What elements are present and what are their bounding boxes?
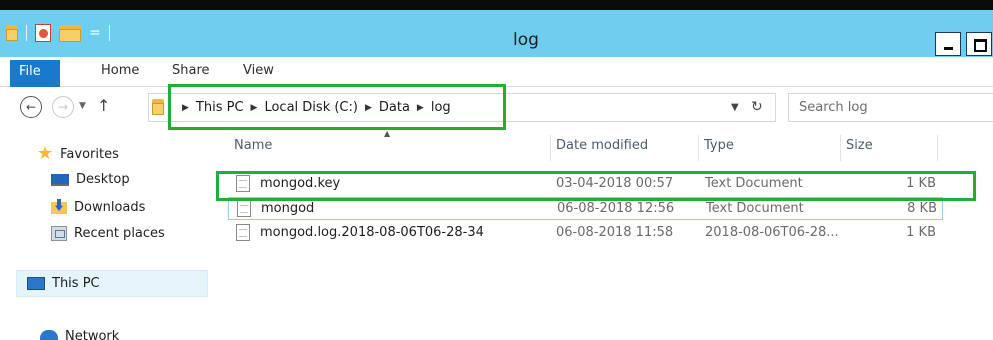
sidebar-item-label: Desktop — [76, 172, 130, 187]
column-header-date-modified[interactable]: Date modified — [550, 138, 698, 160]
sidebar-item-label: This PC — [52, 276, 100, 291]
minimize-button[interactable] — [935, 32, 961, 56]
file-name: mongod.log.2018-08-06T06-28-34 — [260, 225, 484, 240]
address-highlight-box — [168, 84, 506, 130]
column-header-size[interactable]: Size — [840, 138, 937, 160]
downloads-icon — [51, 199, 67, 215]
file-name: mongod — [261, 201, 315, 216]
recent-locations-icon[interactable]: ▼ — [79, 101, 86, 111]
column-header-type[interactable]: Type — [698, 138, 840, 160]
file-type: 2018-08-06T06-28... — [705, 225, 839, 240]
file-size: 1 KB — [906, 225, 936, 240]
recent-places-icon — [51, 226, 67, 241]
ribbon-tabs: File Home Share View — [0, 57, 993, 87]
sidebar-item-downloads[interactable]: Downloads — [51, 199, 145, 215]
up-icon[interactable]: ↑ — [97, 96, 110, 115]
column-divider[interactable] — [937, 135, 938, 161]
network-icon — [40, 329, 58, 340]
sidebar-item-this-pc[interactable]: This PC — [16, 270, 208, 297]
search-input[interactable] — [789, 94, 993, 121]
sidebar-item-label: Recent places — [74, 226, 165, 241]
sidebar-item-desktop[interactable]: Desktop — [51, 172, 130, 187]
text-document-icon — [237, 200, 251, 217]
file-size: 8 KB — [907, 201, 937, 216]
sidebar-item-network[interactable]: Network — [40, 329, 119, 340]
sidebar-item-recent-places[interactable]: Recent places — [51, 226, 165, 241]
tab-view[interactable]: View — [243, 63, 274, 78]
window-title: log — [513, 30, 539, 50]
maximize-button[interactable] — [966, 32, 992, 56]
this-pc-icon — [27, 277, 45, 290]
file-date-modified: 06-08-2018 12:56 — [557, 201, 675, 216]
forward-icon[interactable]: → — [52, 96, 74, 118]
column-header-name[interactable]: Name — [228, 138, 550, 160]
navigation-pane: ★ Favorites Desktop Downloads Recent pla… — [0, 130, 210, 340]
desktop-icon — [51, 173, 69, 186]
sidebar-item-label: Favorites — [60, 146, 119, 162]
column-headers: Name Date modified Type Size — [228, 135, 938, 161]
sidebar-item-label: Downloads — [74, 199, 146, 215]
sidebar-item-label: Network — [65, 329, 120, 340]
refresh-icon[interactable]: ↻ — [751, 99, 763, 115]
title-bar: = log — [0, 10, 993, 57]
folder-icon — [152, 99, 164, 115]
sidebar-item-favorites[interactable]: ★ Favorites — [37, 145, 119, 163]
tab-home[interactable]: Home — [101, 63, 139, 78]
text-document-icon — [236, 224, 250, 241]
back-icon[interactable]: ← — [20, 96, 42, 118]
file-date-modified: 06-08-2018 11:58 — [556, 225, 674, 240]
file-highlight-box — [216, 171, 976, 201]
tab-share[interactable]: Share — [172, 63, 210, 78]
file-type: Text Document — [706, 201, 804, 216]
chevron-down-icon[interactable]: ▼ — [731, 102, 739, 113]
screen-top-edge — [0, 0, 993, 10]
star-icon: ★ — [37, 143, 54, 164]
search-box[interactable] — [788, 93, 993, 122]
tab-file[interactable]: File — [10, 60, 60, 87]
file-row[interactable]: mongod.log.2018-08-06T06-28-34 06-08-201… — [228, 222, 943, 245]
